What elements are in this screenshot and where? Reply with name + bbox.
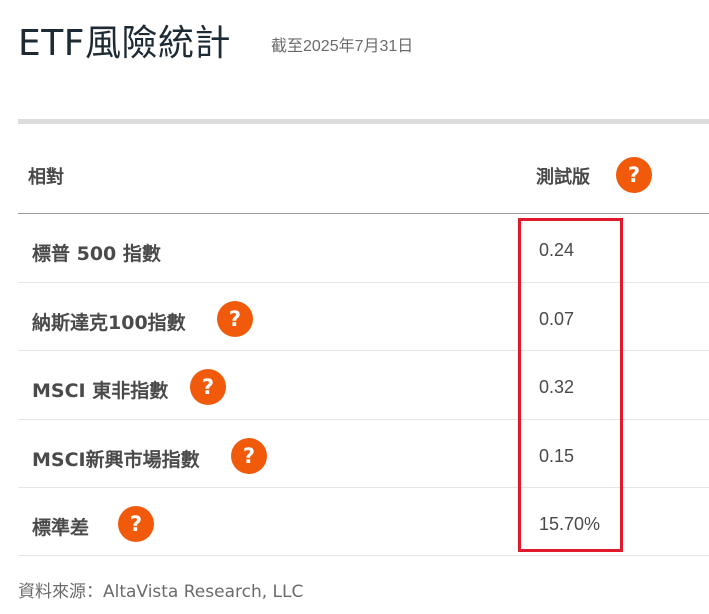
row-label-msci-east-africa: MSCI 東非指數	[32, 380, 169, 402]
row-label-nasdaq100: 納斯達克100指數	[32, 312, 186, 334]
as-of-date: 截至2025年7月31日	[271, 38, 414, 55]
msci-east-africa-help-icon[interactable]: ?	[190, 369, 226, 405]
beta-help-icon[interactable]: ?	[616, 157, 652, 193]
header-divider	[18, 213, 709, 214]
column-header-beta: 測試版	[536, 167, 590, 188]
msci-em-help-icon[interactable]: ?	[231, 438, 267, 474]
beta-column-highlight-box	[518, 218, 623, 552]
row-label-std-dev: 標準差	[32, 517, 90, 539]
data-source: 資料來源：AltaVista Research, LLC	[18, 582, 304, 602]
column-header-relative: 相對	[28, 167, 64, 188]
page-title: ETF風險統計	[18, 23, 231, 64]
row-label-msci-em: MSCI新興市場指數	[32, 449, 200, 471]
std-dev-help-icon[interactable]: ?	[118, 506, 154, 542]
nasdaq100-help-icon[interactable]: ?	[217, 301, 253, 337]
top-divider-bar	[18, 119, 709, 124]
row-label-sp500: 標普 500 指數	[32, 243, 161, 265]
row-divider	[18, 555, 709, 556]
